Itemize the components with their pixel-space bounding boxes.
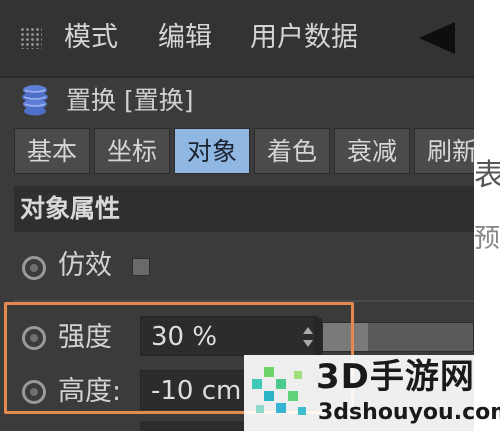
displacer-deformer-icon: [22, 85, 48, 116]
attribute-tabs: 基本 坐标 对象 着色 衰减 刷新: [14, 128, 474, 178]
next-field-edge: [140, 421, 250, 431]
back-arrow-icon[interactable]: [419, 22, 455, 54]
drag-grip-icon[interactable]: [20, 27, 42, 49]
tab-coord[interactable]: 坐标: [94, 128, 170, 174]
watermark-logo-icon: [252, 367, 306, 415]
object-title-bar: 置换 [置换]: [0, 78, 474, 124]
tab-object[interactable]: 对象: [174, 128, 250, 174]
emulation-label: 仿效: [58, 250, 112, 281]
tab-falloff[interactable]: 衰减: [334, 128, 410, 174]
watermark: 3D手游网 3dshouyou.com: [244, 355, 500, 431]
menu-bar: 模式 编辑 用户数据: [0, 0, 474, 78]
background-text-line-1: 表: [474, 158, 500, 193]
object-title: 置换 [置换]: [66, 86, 194, 115]
screenshot-stage: 模式 编辑 用户数据 置换 [置换] 基本 坐标 对象 着色 衰减 刷新 对象属…: [0, 0, 500, 431]
background-document-text: 表 预: [474, 150, 500, 255]
tab-shading[interactable]: 着色: [254, 128, 330, 174]
emulation-checkbox[interactable]: [132, 258, 150, 276]
menu-edit[interactable]: 编辑: [158, 14, 212, 62]
watermark-title: 3D手游网: [316, 357, 475, 397]
background-text-line-2: 预: [474, 224, 500, 254]
menu-user-data[interactable]: 用户数据: [250, 14, 358, 62]
tab-refresh[interactable]: 刷新: [414, 128, 474, 174]
menu-mode[interactable]: 模式: [64, 14, 118, 62]
section-header-object-properties: 对象属性: [14, 186, 474, 232]
tab-basic[interactable]: 基本: [14, 128, 90, 174]
watermark-url: 3dshouyou.com: [318, 400, 500, 425]
emulation-animate-radio-icon[interactable]: [22, 256, 46, 280]
